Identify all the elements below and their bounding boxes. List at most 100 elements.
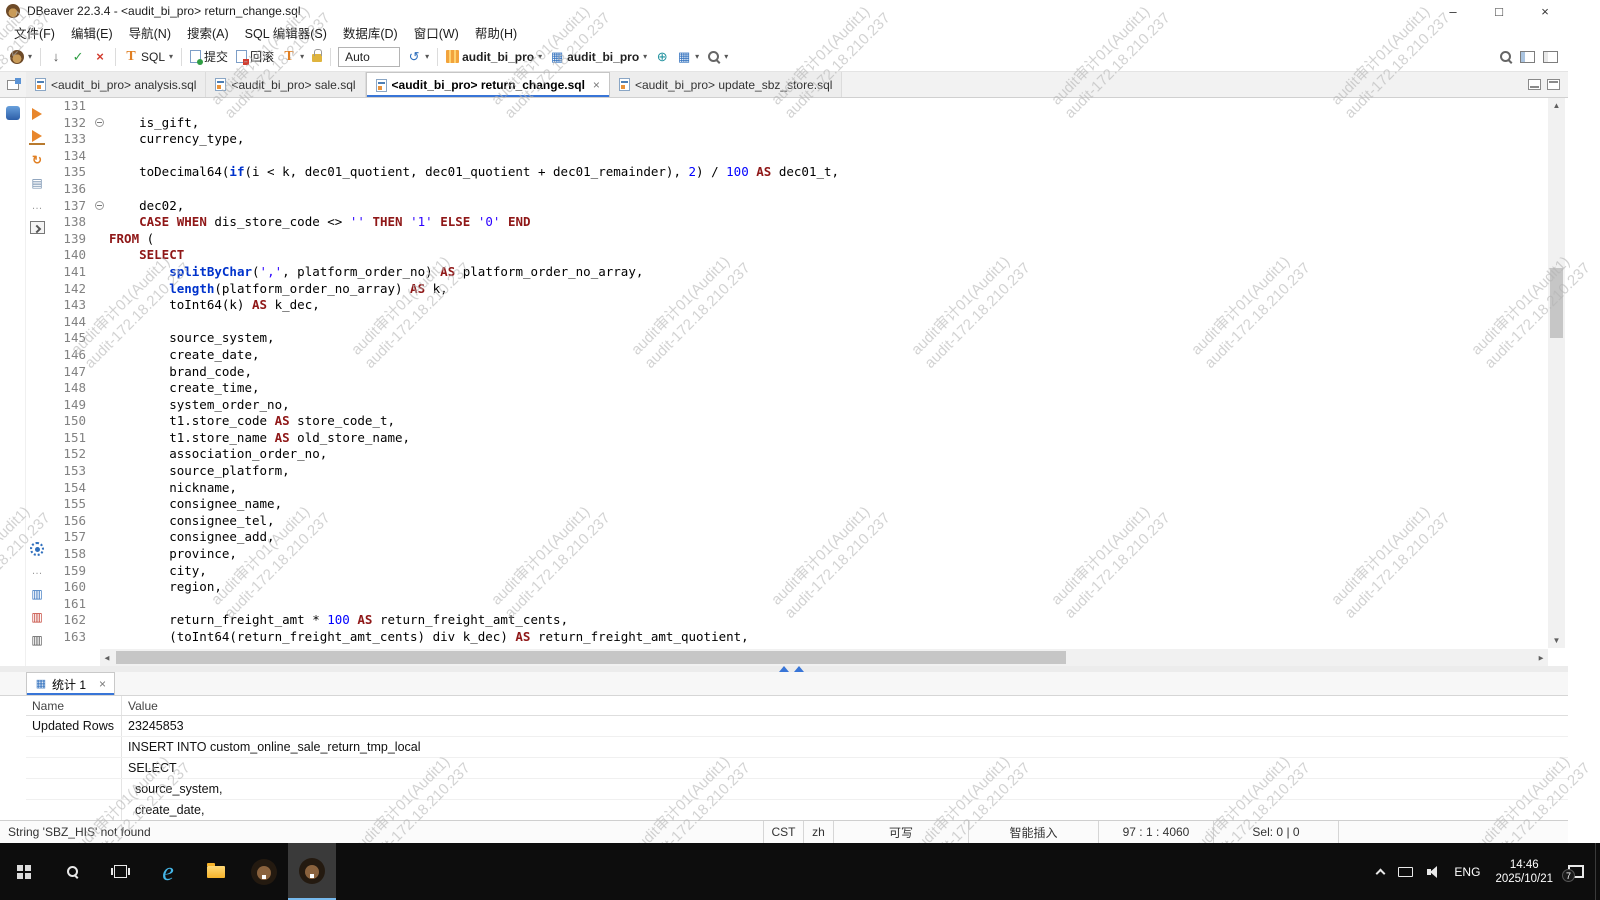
table-row[interactable]: INSERT INTO custom_online_sale_return_tm… [26,737,1568,758]
commit-quick-button[interactable]: ✓ [67,48,89,66]
code-line[interactable]: 144 [48,314,1548,331]
open-connection-button[interactable]: ▾ [6,48,36,66]
dbeaver-taskbar-button-active[interactable] [288,843,336,900]
edit-doc-icon[interactable]: ▥ [29,632,45,648]
taskbar-clock[interactable]: 14:46 2025/10/21 [1487,843,1561,900]
table-row[interactable]: SELECT [26,758,1568,779]
rail-overflow-icon[interactable]: … [29,563,45,579]
code-line[interactable]: 132 is_gift, [48,115,1548,132]
code-line[interactable]: 143 toInt64(k) AS k_dec, [48,297,1548,314]
commit-mode-select[interactable]: Auto [338,47,400,67]
network-button[interactable]: ⊕ [651,48,673,66]
code-line[interactable]: 142 length(platform_order_no_array) AS k… [48,281,1548,298]
code-line[interactable]: 131 [48,98,1548,115]
task-view-button[interactable] [96,843,144,900]
code-line[interactable]: 140 SELECT [48,247,1548,264]
input-language-button[interactable]: ENG [1447,843,1487,900]
table-row[interactable]: source_system, [26,779,1568,800]
taskbar-search-button[interactable] [48,843,96,900]
table-row[interactable]: Updated Rows23245853 [26,716,1568,737]
code-line[interactable]: 145 source_system, [48,330,1548,347]
rollback-button[interactable]: 回滚 [232,46,278,67]
horizontal-scroll-thumb[interactable] [116,651,1066,664]
menu-item[interactable]: 编辑(E) [63,21,121,44]
commit-button[interactable]: 提交 [186,46,232,67]
code-line[interactable]: 158 province, [48,546,1548,563]
menu-item[interactable]: 导航(N) [121,21,179,44]
close-button[interactable]: × [1522,0,1568,22]
settings-gear-icon[interactable] [30,542,44,556]
transaction-log-button[interactable]: ↺ ▾ [403,48,433,66]
action-center-button[interactable]: 7 [1561,843,1591,900]
code-line[interactable]: 162 return_freight_amt * 100 AS return_f… [48,612,1548,629]
scroll-right-icon[interactable]: ► [1537,653,1545,662]
editor-tab[interactable]: <audit_bi_pro> update_sbz_store.sql [610,72,842,97]
table-row[interactable]: create_date, [26,800,1568,820]
dbeaver-taskbar-button[interactable] [240,843,288,900]
code-line[interactable]: 155 consignee_name, [48,496,1548,513]
grid-view-button[interactable]: ▦ ▾ [673,48,703,66]
tray-expand-button[interactable] [1370,843,1391,900]
vertical-scroll-thumb[interactable] [1550,268,1563,338]
restore-view-icon[interactable] [7,80,19,90]
code-line[interactable]: 154 nickname, [48,480,1548,497]
quick-access-search-button[interactable] [1495,48,1516,65]
touch-keyboard-button[interactable] [1391,843,1420,900]
fold-collapse-icon[interactable] [95,118,104,127]
code-line[interactable]: 133 currency_type, [48,131,1548,148]
code-line[interactable]: 163 (toInt64(return_freight_amt_cents) d… [48,629,1548,646]
code-line[interactable]: 135 toDecimal64(if(i < k, dec01_quotient… [48,164,1548,181]
code-line[interactable]: 141 splitByChar(',', platform_order_no) … [48,264,1548,281]
code-line[interactable]: 160 region, [48,579,1548,596]
menu-item[interactable]: 数据库(D) [335,21,406,44]
code-line[interactable]: 134 [48,148,1548,165]
output-console-icon[interactable] [30,221,45,234]
minimize-view-icon[interactable] [1528,79,1541,90]
code-line[interactable]: 151 t1.store_name AS old_store_name, [48,430,1548,447]
rollback-quick-button[interactable]: × [89,48,111,66]
editor-tab[interactable]: <audit_bi_pro> sale.sql [206,72,365,97]
start-button[interactable] [0,843,48,900]
code-line[interactable]: 146 create_date, [48,347,1548,364]
script-list-icon[interactable]: ▤ [29,175,45,191]
code-line[interactable]: 147 brand_code, [48,364,1548,381]
scroll-down-icon[interactable]: ▼ [1548,636,1565,645]
code-line[interactable]: 150 t1.store_code AS store_code_t, [48,413,1548,430]
transaction-lock-button[interactable] [308,49,326,64]
column-header-value[interactable]: Value [122,699,1568,713]
show-desktop-button[interactable] [1595,843,1600,900]
code-line[interactable]: 161 [48,596,1548,613]
volume-button[interactable] [1420,843,1447,900]
code-line[interactable]: 148 create_time, [48,380,1548,397]
editor-tab[interactable]: <audit_bi_pro> analysis.sql [26,72,206,97]
transaction-mode-button[interactable]: T ▾ [278,48,308,66]
menu-item[interactable]: 帮助(H) [467,21,525,44]
delete-doc-icon[interactable]: ▥ [29,609,45,625]
execute-statement-icon[interactable] [29,106,45,122]
minimize-button[interactable]: – [1430,0,1476,22]
menu-item[interactable]: SQL 编辑器(S) [237,21,335,44]
toolbar-search-button[interactable]: ▾ [703,48,732,65]
fetch-button[interactable]: ↓ [45,48,67,66]
menu-item[interactable]: 搜索(A) [179,21,237,44]
sql-menu-button[interactable]: T SQL ▾ [120,48,177,66]
save-doc-icon[interactable]: ▥ [29,586,45,602]
code-line[interactable]: 149 system_order_no, [48,397,1548,414]
explorer-taskbar-button[interactable] [192,843,240,900]
tab-close-icon[interactable]: × [593,78,600,92]
maximize-view-icon[interactable] [1547,79,1560,90]
menu-item[interactable]: 文件(F) [6,21,63,44]
perspective-alt-button[interactable] [1539,49,1562,65]
fold-collapse-icon[interactable] [95,201,104,210]
horizontal-scrollbar[interactable]: ◄ ► [100,649,1548,666]
explain-plan-icon[interactable]: ↻ [29,152,45,168]
code-line[interactable]: 136 [48,181,1548,198]
column-header-name[interactable]: Name [26,696,122,715]
rail-overflow-icon[interactable]: … [29,198,45,214]
editor-tab[interactable]: <audit_bi_pro> return_change.sql× [366,72,610,97]
code-line[interactable]: 159 city, [48,563,1548,580]
execute-script-icon[interactable] [29,129,45,145]
code-line[interactable]: 157 consignee_add, [48,529,1548,546]
schema-selector[interactable]: ▦ audit_bi_pro ▾ [546,48,651,66]
maximize-button[interactable]: □ [1476,0,1522,22]
